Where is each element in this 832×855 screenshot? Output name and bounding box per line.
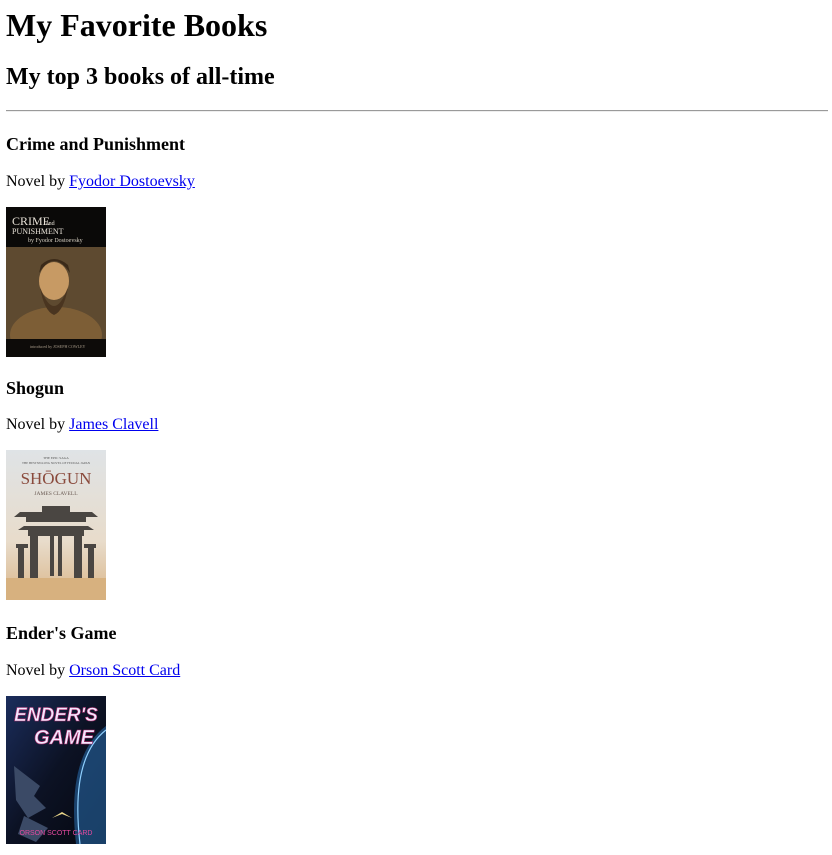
- cover-title-line1: CRIME: [12, 214, 50, 228]
- book-cover-shogun: THE EPIC SAGA THE BESTSELLING NOVEL OF F…: [6, 450, 106, 600]
- cover-title: SHŌGUN: [21, 469, 92, 488]
- book-byline: Novel by Fyodor Dostoevsky: [6, 172, 195, 192]
- book-byline: Novel by James Clavell: [6, 415, 158, 435]
- book-shogun: Shogun Novel by James Clavell THE EPIC S…: [6, 377, 158, 600]
- book-cover-crime-and-punishment: CRIME and PUNISHMENT by Fyodor Dostoevsk…: [6, 207, 106, 357]
- book-title: Crime and Punishment: [6, 134, 186, 154]
- page-title: My Favorite Books: [6, 7, 268, 43]
- cover-title-line2: GAME: [34, 727, 95, 749]
- cover-author: ORSON SCOTT CARD: [20, 830, 93, 837]
- cover-tagline2: THE BESTSELLING NOVEL OF FEUDAL JAPAN: [22, 461, 91, 465]
- divider: [6, 110, 828, 112]
- book-byline: Novel by Orson Scott Card: [6, 661, 180, 681]
- cover-author: by Fyodor Dostoevsky: [28, 238, 83, 244]
- page-subtitle: My top 3 books of all-time: [6, 64, 275, 90]
- byline-prefix: Novel by: [6, 662, 70, 679]
- cover-tagline1: THE EPIC SAGA: [43, 456, 69, 460]
- cover-author: JAMES CLAVELL: [34, 491, 78, 497]
- book-enders-game: Ender's Game Novel by Orson Scott Card E…: [6, 622, 180, 844]
- author-link-james-clavell[interactable]: James Clavell: [69, 416, 158, 433]
- author-link-fyodor-dostoevsky[interactable]: Fyodor Dostoevsky: [69, 173, 195, 190]
- book-cover-image: ENDER'S GAME ORSON SCOTT CARD: [6, 696, 106, 844]
- book-cover-enders-game: ENDER'S GAME ORSON SCOTT CARD: [6, 696, 106, 844]
- byline-prefix: Novel by: [6, 416, 70, 433]
- author-link-orson-scott-card[interactable]: Orson Scott Card: [69, 662, 180, 679]
- byline-prefix: Novel by: [6, 173, 70, 190]
- cover-title-line2: PUNISHMENT: [12, 227, 64, 236]
- book-title: Shogun: [6, 378, 65, 398]
- book-crime-and-punishment: Crime and Punishment Novel by Fyodor Dos…: [6, 133, 195, 357]
- book-title: Ender's Game: [6, 623, 117, 643]
- book-cover-image: THE EPIC SAGA THE BESTSELLING NOVEL OF F…: [6, 450, 106, 600]
- book-cover-image: CRIME and PUNISHMENT by Fyodor Dostoevsk…: [6, 207, 106, 357]
- cover-footer: introduced by JOSEPH COWLEY: [30, 344, 86, 349]
- cover-title-line1: ENDER'S: [14, 705, 98, 726]
